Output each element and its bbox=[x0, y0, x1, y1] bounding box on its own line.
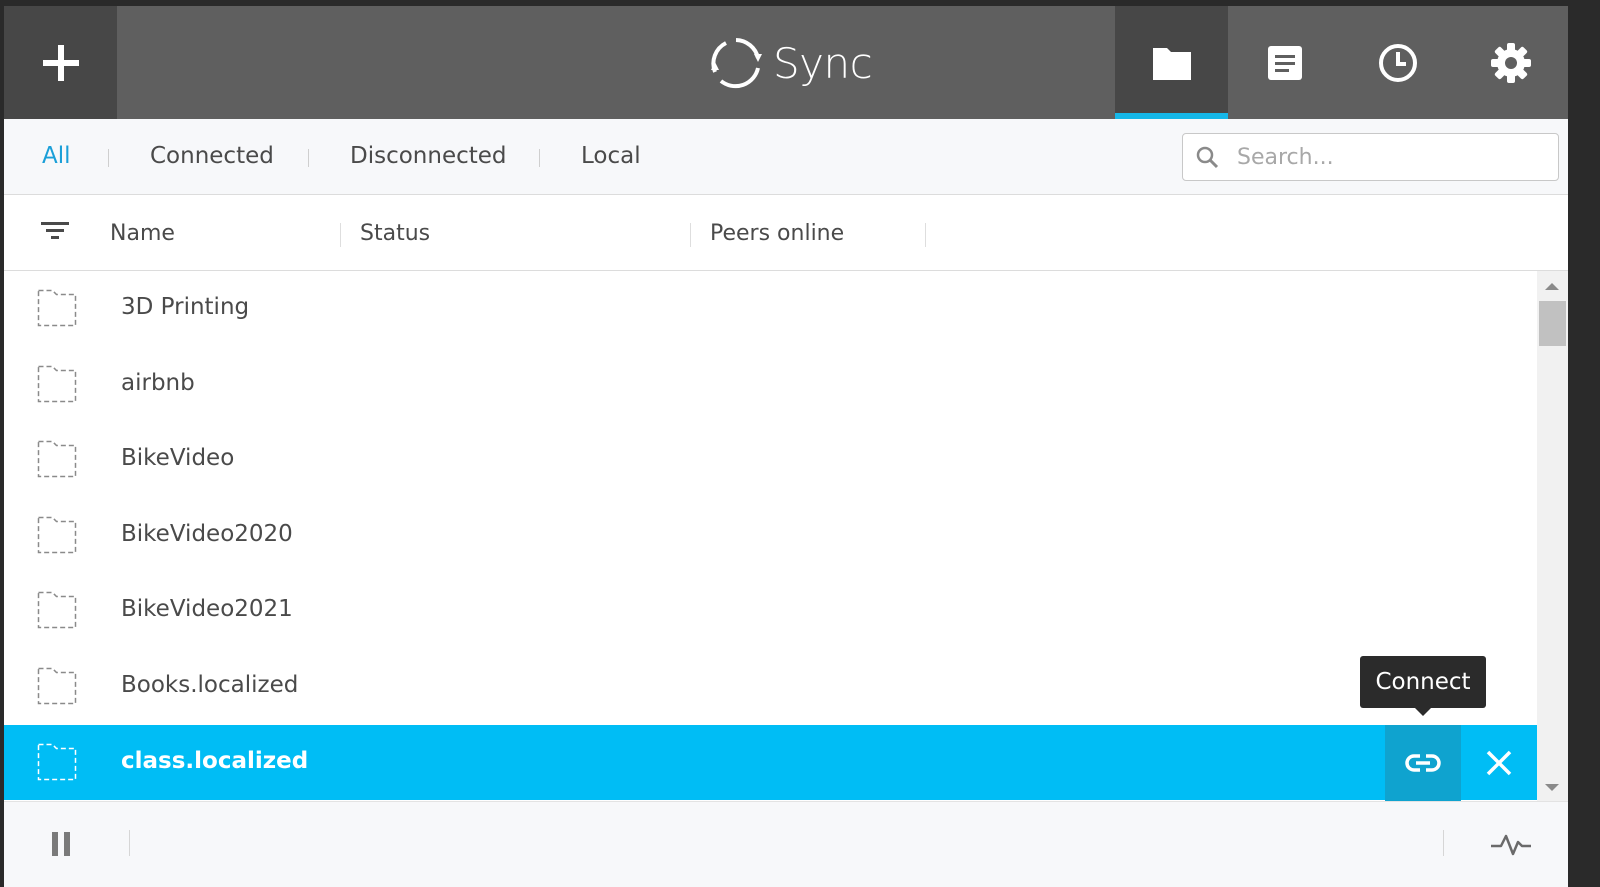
sync-logo-icon bbox=[711, 38, 762, 89]
top-bar: Sync bbox=[4, 6, 1568, 119]
disconnected-folder-icon bbox=[37, 592, 77, 629]
divider bbox=[108, 149, 109, 167]
remove-button[interactable] bbox=[1461, 725, 1537, 801]
connect-tooltip: Connect bbox=[1360, 656, 1486, 716]
filter-tab-disconnected[interactable]: Disconnected bbox=[350, 143, 507, 169]
column-peers-online[interactable]: Peers online bbox=[710, 221, 844, 246]
filter-tab-local[interactable]: Local bbox=[581, 143, 641, 169]
scroll-down-arrow[interactable] bbox=[1545, 784, 1559, 791]
column-divider[interactable] bbox=[925, 223, 926, 247]
disconnected-folder-icon bbox=[37, 440, 77, 478]
sort-filter-icon[interactable] bbox=[40, 219, 70, 243]
folder-row[interactable]: BikeVideo2021 bbox=[4, 573, 1537, 649]
clock-icon bbox=[1378, 43, 1417, 82]
column-header: Name Status Peers online bbox=[4, 195, 1568, 271]
folder-name: class.localized bbox=[121, 747, 309, 774]
activity-icon[interactable] bbox=[1489, 829, 1533, 859]
folder-name: 3D Printing bbox=[121, 294, 250, 320]
scrollbar[interactable] bbox=[1537, 271, 1568, 801]
divider bbox=[308, 149, 309, 167]
folder-row[interactable]: Books.localized bbox=[4, 649, 1537, 725]
folder-name: airbnb bbox=[121, 369, 195, 396]
link-icon bbox=[1405, 753, 1441, 772]
nav-transfers-button[interactable] bbox=[1228, 6, 1341, 119]
column-status[interactable]: Status bbox=[360, 221, 430, 246]
plus-icon bbox=[42, 44, 79, 81]
divider bbox=[539, 149, 540, 167]
search-icon bbox=[1195, 145, 1219, 169]
close-icon bbox=[1486, 750, 1512, 775]
add-folder-button[interactable] bbox=[4, 6, 117, 119]
folder-row-selected[interactable]: class.localized bbox=[4, 724, 1537, 801]
nav-folders-button[interactable] bbox=[1115, 6, 1228, 119]
column-divider[interactable] bbox=[690, 223, 691, 247]
pause-icon[interactable] bbox=[50, 830, 74, 858]
sync-window: Sync All Connected Disconnected Local Se… bbox=[4, 6, 1568, 887]
scroll-up-arrow[interactable] bbox=[1545, 283, 1559, 290]
app-logo: Sync bbox=[709, 34, 873, 92]
gear-icon bbox=[1490, 42, 1531, 83]
column-divider[interactable] bbox=[340, 223, 341, 247]
disconnected-folder-icon bbox=[37, 667, 77, 705]
column-name[interactable]: Name bbox=[110, 221, 175, 246]
disconnected-folder-icon bbox=[37, 743, 77, 780]
folder-row[interactable]: airbnb bbox=[4, 347, 1537, 423]
divider bbox=[1443, 830, 1444, 856]
nav-history-button[interactable] bbox=[1341, 6, 1454, 119]
status-bar bbox=[4, 801, 1568, 887]
folder-name: BikeVideo2020 bbox=[121, 520, 293, 547]
search-box bbox=[1182, 133, 1559, 181]
filter-bar: All Connected Disconnected Local bbox=[4, 119, 1568, 195]
folder-row[interactable]: BikeVideo bbox=[4, 422, 1537, 498]
filter-tab-connected[interactable]: Connected bbox=[150, 143, 274, 169]
filter-tab-all[interactable]: All bbox=[42, 143, 71, 169]
folder-row[interactable]: BikeVideo2020 bbox=[4, 498, 1537, 574]
folder-name: Books.localized bbox=[121, 671, 299, 698]
disconnected-folder-icon bbox=[37, 289, 77, 327]
divider bbox=[129, 830, 130, 856]
search-input[interactable] bbox=[1237, 144, 1537, 170]
app-title: Sync bbox=[773, 38, 873, 88]
connect-button[interactable] bbox=[1385, 724, 1461, 801]
folder-icon bbox=[1152, 47, 1191, 80]
folder-list: 3D Printing airbnb BikeVideo BikeVideo20… bbox=[4, 271, 1537, 801]
folder-name: BikeVideo2021 bbox=[121, 596, 293, 623]
scroll-thumb[interactable] bbox=[1539, 301, 1566, 346]
folder-name: BikeVideo bbox=[121, 445, 235, 472]
document-icon bbox=[1267, 45, 1302, 80]
nav-settings-button[interactable] bbox=[1454, 6, 1567, 119]
disconnected-folder-icon bbox=[37, 516, 77, 554]
disconnected-folder-icon bbox=[37, 365, 77, 402]
folder-row[interactable]: 3D Printing bbox=[4, 271, 1537, 347]
